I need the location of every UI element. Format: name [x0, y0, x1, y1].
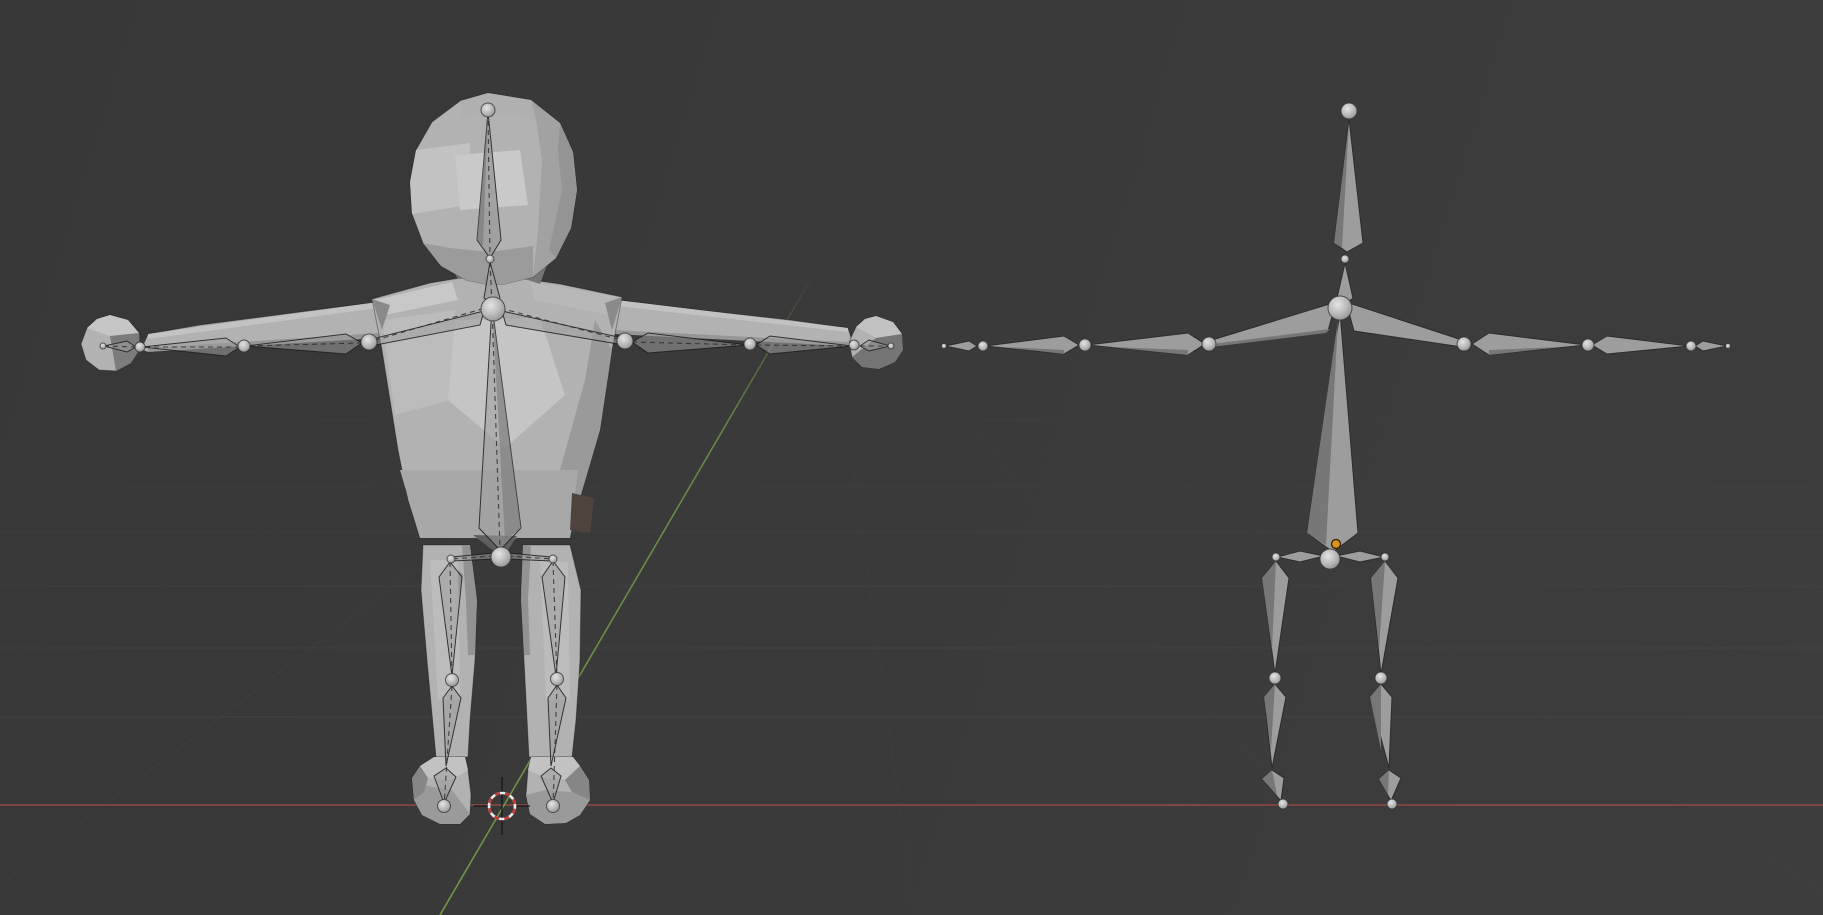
joint-chest[interactable] [1328, 296, 1352, 320]
forearm-bone-left[interactable] [985, 336, 1079, 354]
joint-shoulder-left[interactable] [1202, 337, 1216, 351]
hip-bone-left[interactable] [1277, 551, 1324, 562]
joint-hip-left[interactable] [1272, 553, 1280, 561]
floor-grid [0, 420, 1823, 915]
joint-ankle-left[interactable] [438, 800, 451, 813]
joint-head-tip[interactable] [481, 103, 495, 117]
object-origin-dot[interactable] [1332, 540, 1341, 549]
joint-pelvis[interactable] [491, 547, 511, 567]
grid-line-diagonal [849, 430, 914, 915]
joint-knee-left[interactable] [1269, 672, 1281, 684]
joint-knee-left[interactable] [446, 674, 459, 687]
joint-head-base[interactable] [486, 255, 494, 263]
hand-bone-left[interactable] [945, 341, 977, 351]
hand-bone-right[interactable] [1695, 341, 1727, 351]
joint-ankle-right[interactable] [1387, 799, 1397, 809]
joint-wrist-left[interactable] [978, 341, 988, 351]
foot-bone-right[interactable] [1379, 770, 1401, 801]
joint-knee-right[interactable] [1375, 672, 1387, 684]
joint-elbow-left[interactable] [1079, 339, 1091, 351]
joint-elbow-right[interactable] [1582, 339, 1594, 351]
joint-hand-tip-right[interactable] [1726, 344, 1731, 349]
3d-viewport[interactable] [0, 0, 1823, 915]
joint-hip-left[interactable] [447, 555, 455, 563]
joint-shoulder-left[interactable] [361, 334, 377, 350]
clavicle-bone-right[interactable] [1346, 302, 1462, 347]
joint-wrist-left[interactable] [135, 342, 145, 352]
grid-line-diagonal [1225, 432, 1823, 692]
joint-shoulder-right[interactable] [617, 333, 633, 349]
joint-ankle-left[interactable] [1278, 799, 1288, 809]
joint-hand-tip-left[interactable] [942, 344, 947, 349]
forearm-bone-right[interactable] [1592, 336, 1689, 354]
joint-head-base[interactable] [1341, 255, 1349, 263]
character[interactable] [81, 93, 903, 824]
grid-line-diagonal [1350, 436, 1823, 588]
joint-shoulder-right[interactable] [1457, 337, 1471, 351]
mesh-facet[interactable] [570, 493, 594, 533]
joint-elbow-right[interactable] [744, 338, 756, 350]
joint-hand-tip-right[interactable] [888, 343, 894, 349]
grid-line-diagonal [0, 436, 347, 557]
character-armature[interactable] [100, 103, 894, 813]
joint-ankle-right[interactable] [547, 800, 560, 813]
joint-pelvis[interactable] [1320, 549, 1340, 569]
joint-chest[interactable] [481, 297, 505, 321]
skeleton-armature[interactable] [942, 103, 1731, 809]
joint-hip-right[interactable] [549, 555, 557, 563]
joint-elbow-left[interactable] [238, 340, 250, 352]
joint-head-tip[interactable] [1341, 103, 1357, 119]
joint-hand-tip-left[interactable] [100, 343, 106, 349]
joint-knee-right[interactable] [551, 673, 564, 686]
joint-hip-right[interactable] [1381, 553, 1389, 561]
3d-cursor [474, 777, 530, 835]
clavicle-bone-left[interactable] [1212, 302, 1336, 347]
hip-bone-right[interactable] [1336, 551, 1384, 562]
joint-wrist-right[interactable] [1686, 341, 1696, 351]
grid-line-diagonal [1099, 430, 1823, 892]
joint-wrist-right[interactable] [849, 340, 859, 350]
